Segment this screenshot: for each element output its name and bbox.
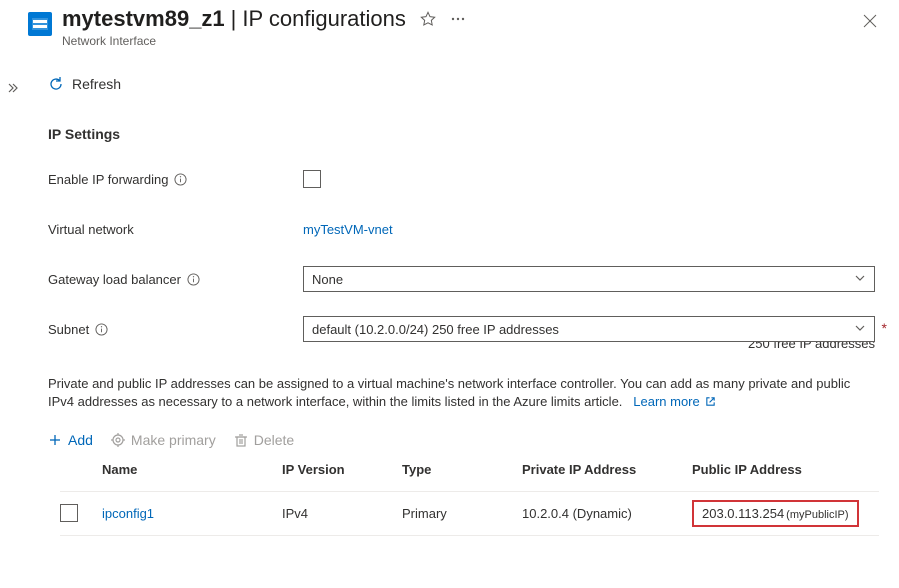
row-type: Primary [402, 506, 522, 521]
col-ip-version: IP Version [282, 462, 402, 477]
ellipsis-icon[interactable] [450, 11, 466, 27]
row-private-ip: 10.2.0.4 (Dynamic) [522, 506, 692, 521]
subnet-label: Subnet [48, 322, 89, 337]
blade-title: IP configurations [242, 6, 405, 32]
info-icon[interactable] [187, 273, 200, 286]
info-icon[interactable] [174, 173, 187, 186]
chevron-collapse-icon[interactable] [6, 82, 18, 97]
make-primary-label: Make primary [131, 432, 216, 448]
col-type: Type [402, 462, 522, 477]
info-paragraph: Private and public IP addresses can be a… [48, 375, 879, 412]
subtitle: Network Interface [62, 34, 863, 48]
add-button[interactable]: Add [48, 432, 93, 448]
page-title: mytestvm89_z1 | IP configurations [62, 6, 863, 32]
row-public-ip: 203.0.113.254 [702, 506, 784, 521]
chevron-down-icon [854, 322, 866, 337]
section-title: IP Settings [48, 126, 899, 142]
row-ip-version: IPv4 [282, 506, 402, 521]
delete-button: Delete [234, 432, 294, 448]
row-checkbox[interactable] [60, 504, 78, 522]
close-icon[interactable] [863, 14, 879, 30]
add-label: Add [68, 432, 93, 448]
row-public-ip-highlight: 203.0.113.254 (myPublicIP) [692, 500, 859, 527]
col-public-ip: Public IP Address [692, 462, 892, 477]
col-private-ip: Private IP Address [522, 462, 692, 477]
info-icon[interactable] [95, 323, 108, 336]
enable-ip-forwarding-checkbox[interactable] [303, 170, 321, 188]
learn-more-label: Learn more [633, 394, 699, 409]
virtual-network-label: Virtual network [48, 222, 134, 237]
resource-name: mytestvm89_z1 [62, 6, 225, 32]
subnet-select[interactable]: default (10.2.0.0/24) 250 free IP addres… [303, 316, 875, 342]
refresh-icon[interactable] [48, 76, 64, 92]
info-text: Private and public IP addresses can be a… [48, 376, 850, 409]
enable-ip-forwarding-label: Enable IP forwarding [48, 172, 168, 187]
external-link-icon [705, 394, 716, 412]
subnet-value: default (10.2.0.0/24) 250 free IP addres… [312, 322, 559, 337]
chevron-down-icon [854, 272, 866, 287]
required-indicator: * [882, 320, 887, 336]
table-row[interactable]: ipconfig1 IPv4 Primary 10.2.0.4 (Dynamic… [60, 492, 879, 536]
virtual-network-link[interactable]: myTestVM-vnet [303, 222, 393, 237]
gateway-load-balancer-value: None [312, 272, 343, 287]
star-icon[interactable] [420, 11, 436, 27]
row-name-link[interactable]: ipconfig1 [102, 506, 154, 521]
col-name: Name [102, 462, 282, 477]
gateway-load-balancer-label: Gateway load balancer [48, 272, 181, 287]
row-public-ip-name: (myPublicIP) [786, 509, 848, 521]
title-separator: | [231, 6, 237, 32]
ip-config-grid: Name IP Version Type Private IP Address … [60, 448, 879, 536]
refresh-button[interactable]: Refresh [72, 76, 121, 92]
grid-header: Name IP Version Type Private IP Address … [60, 448, 879, 492]
learn-more-link[interactable]: Learn more [633, 394, 716, 409]
delete-label: Delete [254, 432, 294, 448]
command-bar: Refresh [48, 76, 899, 92]
gateway-load-balancer-select[interactable]: None [303, 266, 875, 292]
network-interface-icon [28, 12, 52, 36]
make-primary-button: Make primary [111, 432, 216, 448]
